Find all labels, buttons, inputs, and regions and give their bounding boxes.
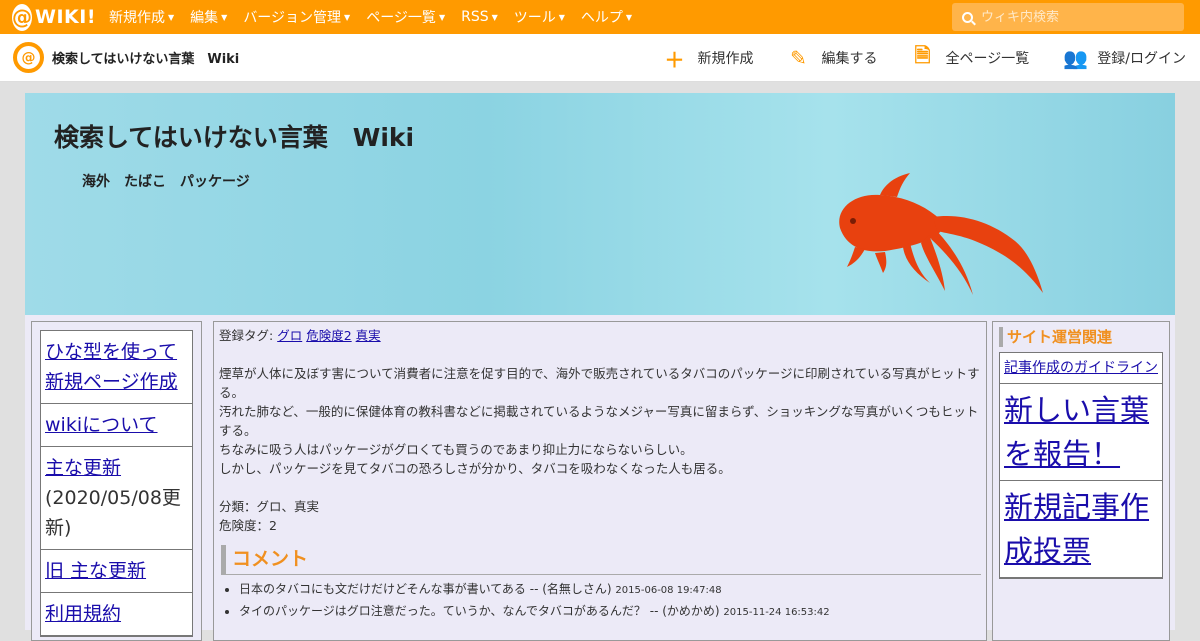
- menu-note: (2020/05/08更新): [45, 487, 181, 539]
- body-paragraph: 汚れた肺など、一般的に保健体育の教科書などに掲載されているようなメジャー写真に留…: [219, 404, 979, 438]
- danger-level-text: 危険度：2: [219, 518, 277, 533]
- side-link-report-word[interactable]: 新しい言葉を報告！: [1004, 393, 1149, 471]
- menu-item: ひな型を使って新規ページ作成: [41, 331, 192, 404]
- side-link-guideline[interactable]: 記事作成のガイドライン: [1004, 360, 1158, 376]
- nav-label: ヘルプ: [580, 10, 623, 26]
- search-box: [952, 3, 1184, 31]
- nav-pages[interactable]: ページ一覧 ▼: [366, 7, 445, 27]
- goldfish-image: [839, 173, 1043, 295]
- caret-down-icon: ▼: [491, 12, 498, 22]
- comment-list: 日本のタバコにも文だけだけどそんな事が書いてある -- (名無しさん) 2015…: [239, 579, 981, 623]
- at-logo-icon: @: [12, 3, 32, 31]
- nav-label: 編集: [190, 10, 219, 26]
- logo-text: WIKI!: [35, 6, 96, 28]
- site-logo-icon[interactable]: @: [13, 42, 44, 73]
- tag-link[interactable]: グロ: [277, 328, 302, 343]
- tag-link[interactable]: 危険度2: [306, 328, 351, 343]
- caret-down-icon: ▼: [558, 12, 565, 22]
- site-header: 検索してはいけない言葉 Wiki 海外 たばこ パッケージ: [25, 93, 1175, 315]
- top-nav: 新規作成 ▼ 編集 ▼ バージョン管理 ▼ ページ一覧 ▼ RSS ▼ ツール ▼ ヘルプ ▼: [109, 7, 648, 27]
- menu-item: 旧 主な更新: [41, 550, 192, 593]
- nav-label: ツール: [513, 10, 556, 26]
- add-user-icon: 👥: [1063, 46, 1089, 70]
- tags-label: 登録タグ:: [219, 328, 274, 343]
- header-tagline: 海外 たばこ パッケージ: [82, 174, 250, 190]
- page-title: 検索してはいけない言葉 Wiki: [54, 123, 415, 152]
- nav-label: RSS: [461, 9, 489, 25]
- side-link-new-article-vote[interactable]: 新規記事作成投票: [1004, 490, 1149, 568]
- all-pages-button[interactable]: 🗎 全ページ一覧: [912, 41, 1030, 75]
- caret-down-icon: ▼: [438, 12, 446, 22]
- menu-link-about-wiki[interactable]: wikiについて: [45, 414, 158, 436]
- side-item: 新規記事作成投票: [1000, 481, 1162, 578]
- comment-timestamp: 2015-06-08 19:47:48: [615, 585, 722, 596]
- nav-new[interactable]: 新規作成 ▼: [109, 7, 174, 27]
- nav-label: 新規作成: [109, 10, 165, 26]
- top-bar: @ WIKI! 新規作成 ▼ 編集 ▼ バージョン管理 ▼ ページ一覧 ▼ RSS ▼ ツ…: [0, 0, 1200, 34]
- site-title[interactable]: 検索してはいけない言葉 Wiki: [52, 48, 239, 67]
- edit-button[interactable]: ✎ 編集する: [788, 46, 878, 70]
- right-sidebar-heading: サイト運営関連: [999, 327, 1163, 347]
- menu-item: wikiについて: [41, 404, 192, 447]
- side-item: 新しい言葉を報告！: [1000, 384, 1162, 481]
- caret-down-icon: ▼: [344, 12, 351, 22]
- comment-item: 日本のタバコにも文だけだけどそんな事が書いてある -- (名無しさん) 2015…: [239, 579, 981, 601]
- caret-down-icon: ▼: [168, 12, 175, 22]
- action-label: 登録/ログイン: [1097, 51, 1186, 67]
- body-paragraph: しかし、パッケージを見てタバコの恐ろしさが分かり、タバコを吸わなくなった人も居る…: [219, 461, 731, 476]
- action-label: 全ページ一覧: [945, 51, 1030, 67]
- menu-link-main-updates[interactable]: 主な更新: [45, 457, 121, 479]
- caret-down-icon: ▼: [625, 12, 633, 22]
- plus-icon: ＋: [664, 47, 685, 72]
- action-label: 新規作成: [697, 51, 754, 67]
- side-box: 記事作成のガイドライン 新しい言葉を報告！ 新規記事作成投票: [999, 352, 1163, 579]
- pencil-icon: ✎: [790, 46, 807, 70]
- menu-item: 主な更新 (2020/05/08更新): [41, 447, 192, 550]
- login-button[interactable]: 👥 登録/ログイン: [1063, 46, 1186, 70]
- site-actions: ＋ 新規作成 ✎ 編集する 🗎 全ページ一覧 👥 登録/ログイン: [630, 34, 1186, 82]
- menu-link-old-updates[interactable]: 旧 主な更新: [45, 560, 146, 582]
- action-label: 編集する: [821, 51, 878, 67]
- comment-text: タイのパッケージはグロ注意だった。ていうか、なんでタバコがあるんだ？ -- (か…: [239, 604, 720, 618]
- category-text: 分類：グロ、真実: [219, 499, 320, 514]
- comment-text: 日本のタバコにも文だけだけどそんな事が書いてある -- (名無しさん): [239, 582, 612, 596]
- left-sidebar: ひな型を使って新規ページ作成 wikiについて 主な更新 (2020/05/08更…: [31, 321, 202, 641]
- nav-tools[interactable]: ツール ▼: [514, 7, 565, 27]
- search-input[interactable]: [981, 9, 1171, 25]
- comment-item: タイのパッケージはグロ注意だった。ていうか、なんでタバコがあるんだ？ -- (か…: [239, 601, 981, 623]
- menu-box: ひな型を使って新規ページ作成 wikiについて 主な更新 (2020/05/08更…: [40, 330, 193, 637]
- nav-rss[interactable]: RSS ▼: [461, 9, 498, 25]
- nav-edit[interactable]: 編集 ▼: [190, 7, 227, 27]
- new-page-button[interactable]: ＋ 新規作成: [664, 44, 754, 73]
- search-icon[interactable]: [962, 11, 973, 23]
- comment-heading: コメント: [221, 545, 981, 575]
- menu-link-template-new-page[interactable]: ひな型を使って新規ページ作成: [45, 341, 178, 393]
- menu-link-terms[interactable]: 利用規約: [45, 603, 121, 625]
- tag-link[interactable]: 真実: [356, 328, 381, 343]
- nav-label: バージョン管理: [243, 10, 342, 26]
- comment-timestamp: 2015-11-24 16:53:42: [723, 607, 830, 618]
- tag-line: 登録タグ: グロ 危険度2 真実: [219, 326, 981, 345]
- page-wrapper: 検索してはいけない言葉 Wiki 海外 たばこ パッケージ ひな型を使って新規ペ…: [25, 93, 1175, 641]
- right-sidebar: サイト運営関連 記事作成のガイドライン 新しい言葉を報告！ 新規記事作成投票: [992, 321, 1170, 641]
- caret-down-icon: ▼: [221, 12, 228, 22]
- body-paragraph: 煙草が人体に及ぼす害について消費者に注意を促す目的で、海外で販売されているタバコ…: [219, 366, 980, 400]
- main-content: 登録タグ: グロ 危険度2 真実 煙草が人体に及ぼす害について消費者に注意を促す…: [213, 321, 987, 641]
- side-item: 記事作成のガイドライン: [1000, 353, 1162, 384]
- nav-label: ページ一覧: [366, 10, 436, 26]
- nav-help[interactable]: ヘルプ ▼: [581, 7, 632, 27]
- nav-version[interactable]: バージョン管理 ▼: [243, 7, 350, 27]
- atwiki-logo[interactable]: @ WIKI!: [12, 3, 95, 31]
- body-paragraph: ちなみに吸う人はパッケージがグロくても買うのであまり抑止力にならないらしい。: [219, 442, 693, 457]
- site-bar: @ 検索してはいけない言葉 Wiki ＋ 新規作成 ✎ 編集する 🗎 全ページ一…: [0, 34, 1200, 82]
- document-icon: 🗎: [914, 43, 931, 67]
